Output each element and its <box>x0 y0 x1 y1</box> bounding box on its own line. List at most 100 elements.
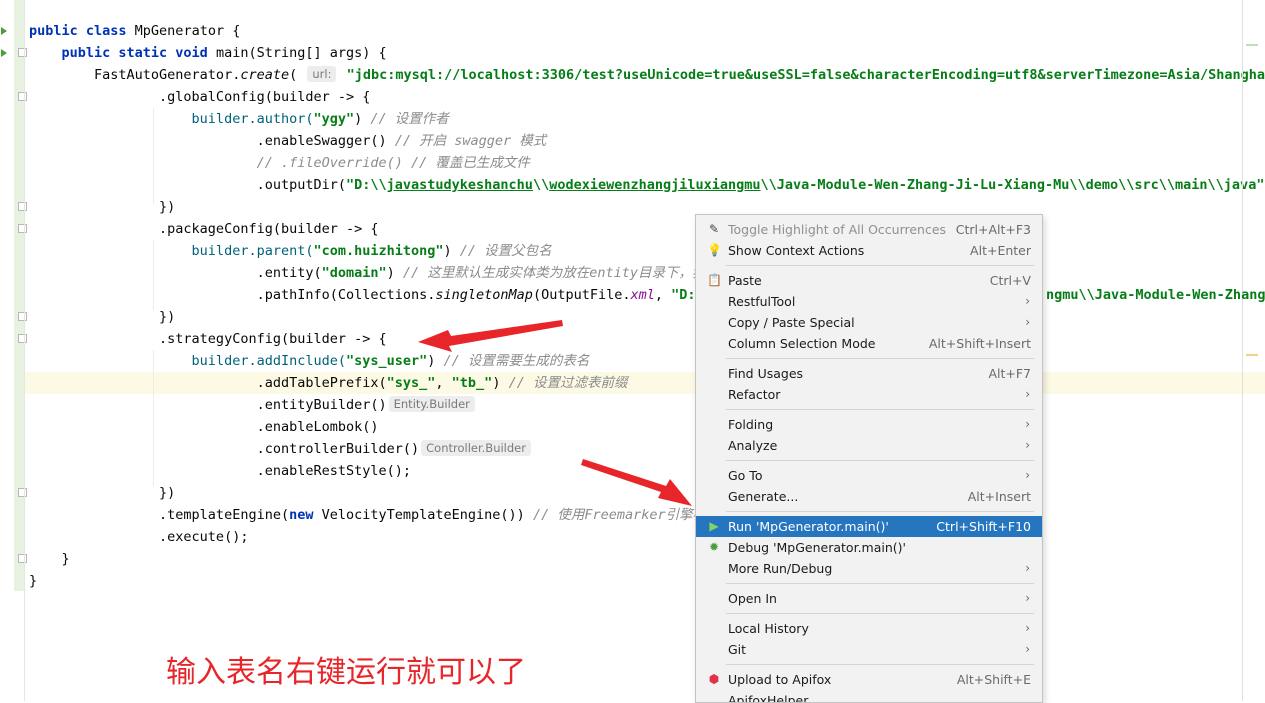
code-line[interactable]: public class MpGenerator { <box>29 20 240 42</box>
menu-item-show-context-actions[interactable]: 💡 Show Context Actions Alt+Enter <box>696 240 1042 261</box>
menu-separator <box>726 358 1034 359</box>
menu-item-local-history[interactable]: Local History › <box>696 618 1042 639</box>
menu-item-label: Show Context Actions <box>728 243 865 258</box>
code-token: "D:\\ <box>345 177 387 193</box>
code-token: builder.addInclude( <box>29 353 346 369</box>
code-line[interactable]: .enableLombok() <box>29 416 379 438</box>
menu-item-open-in[interactable]: Open In › <box>696 588 1042 609</box>
menu-item-generate[interactable]: Generate... Alt+Insert <box>696 486 1042 507</box>
code-line[interactable]: .entityBuilder() Entity.Builder <box>29 394 477 416</box>
menu-item-debug-main[interactable]: ✹ Debug 'MpGenerator.main()' <box>696 537 1042 558</box>
run-class-icon[interactable] <box>1 27 7 35</box>
code-line[interactable]: .packageConfig(builder -> { <box>29 218 378 240</box>
chevron-right-icon: › <box>1025 621 1030 635</box>
menu-item-label: Local History <box>728 621 809 636</box>
menu-item-shortcut: Alt+Shift+Insert <box>928 336 1031 351</box>
code-line[interactable]: .templateEngine(new VelocityTemplateEngi… <box>29 504 706 526</box>
code-line[interactable]: .enableRestStyle(); <box>29 460 411 482</box>
code-line[interactable]: builder.addInclude("sys_user") // 设置需要生成… <box>29 350 590 372</box>
menu-item-upload-to-apifox[interactable]: ⬢ Upload to Apifox Alt+Shift+E <box>696 669 1042 690</box>
code-line[interactable]: // .fileOverride() // 覆盖已生成文件 <box>29 152 530 174</box>
code-token: .pathInfo(Collections. <box>29 287 436 303</box>
menu-item-restful-tool[interactable]: RestfulTool › <box>696 291 1042 312</box>
code-line[interactable]: .entity("domain") // 这里默认生成实体类为放在entity目… <box>29 262 706 284</box>
menu-item-label: Upload to Apifox <box>728 672 832 687</box>
menu-item-apifox-helper[interactable]: ApifoxHelper <box>696 690 1042 703</box>
inlay-hint: Entity.Builder <box>388 396 475 412</box>
code-token: \\Java-Module-Wen-Zhang-Ji-Lu-Xiang-Mu\\… <box>760 177 1265 193</box>
menu-item-go-to[interactable]: Go To › <box>696 465 1042 486</box>
code-line[interactable]: } <box>29 570 37 592</box>
code-line[interactable]: builder.author("ygy") // 设置作者 <box>29 108 449 130</box>
code-editor[interactable]: public class MpGenerator { public static… <box>25 0 1265 701</box>
code-line[interactable]: }) <box>29 482 175 504</box>
code-line[interactable]: .strategyConfig(builder -> { <box>29 328 387 350</box>
code-token: , <box>435 375 452 391</box>
menu-item-find-usages[interactable]: Find Usages Alt+F7 <box>696 363 1042 384</box>
scrollbar-marker[interactable] <box>1246 44 1258 46</box>
menu-item-folding[interactable]: Folding › <box>696 414 1042 435</box>
code-line[interactable]: .globalConfig(builder -> { <box>29 86 370 108</box>
code-token: .globalConfig(builder -> { <box>29 89 371 105</box>
code-token: ( <box>289 67 306 83</box>
code-token: javastudykeshanchu <box>386 177 533 193</box>
menu-item-refactor[interactable]: Refactor › <box>696 384 1042 405</box>
code-token: wodexiewenzhangjiluxiangmu <box>549 177 761 193</box>
menu-item-analyze[interactable]: Analyze › <box>696 435 1042 456</box>
code-token: // 开启 swagger 模式 <box>394 133 547 149</box>
upload-to-apifox-icon: ⬢ <box>708 672 720 686</box>
code-line[interactable]: } <box>29 548 70 570</box>
menu-item-run-main[interactable]: ▶ Run 'MpGenerator.main()' Ctrl+Shift+F10 <box>696 516 1042 537</box>
scrollbar-marker[interactable] <box>1246 354 1258 356</box>
menu-item-git[interactable]: Git › <box>696 639 1042 660</box>
menu-item-toggle-highlight[interactable]: ✎ Toggle Highlight of All Occurrences Ctrl… <box>696 219 1042 240</box>
code-line[interactable]: public static void main(String[] args) { <box>29 42 387 64</box>
right-margin-guide <box>1242 0 1243 701</box>
code-token: ) <box>354 111 371 127</box>
menu-item-label: Generate... <box>728 489 799 504</box>
code-line[interactable]: FastAutoGenerator.create( url: "jdbc:mys… <box>29 64 1265 86</box>
menu-item-copy-paste-special[interactable]: Copy / Paste Special › <box>696 312 1042 333</box>
code-token: // 使用Freemarker引擎模 <box>532 507 707 523</box>
code-line[interactable]: builder.parent("com.huizhitong") // 设置父包… <box>29 240 552 262</box>
menu-item-column-selection-mode[interactable]: Column Selection Mode Alt+Shift+Insert <box>696 333 1042 354</box>
chevron-right-icon: › <box>1025 561 1030 575</box>
menu-item-label: Folding <box>728 417 774 432</box>
menu-separator <box>726 583 1034 584</box>
menu-item-shortcut: Ctrl+Alt+F3 <box>955 222 1031 237</box>
code-token: xml <box>630 287 655 303</box>
code-line[interactable]: }) <box>29 306 175 328</box>
menu-separator <box>726 460 1034 461</box>
menu-item-label: Paste <box>728 273 762 288</box>
chevron-right-icon: › <box>1025 387 1030 401</box>
run-main-icon[interactable] <box>1 49 7 57</box>
menu-item-label: Analyze <box>728 438 778 453</box>
code-token: // 这里默认生成实体类为放在entity目录下，我 <box>402 265 706 281</box>
menu-item-label: Column Selection Mode <box>728 336 876 351</box>
code-token: "tb_" <box>451 375 493 391</box>
inlay-hint: Controller.Builder <box>421 440 531 456</box>
menu-item-paste[interactable]: 📋 Paste Ctrl+V <box>696 270 1042 291</box>
chevron-right-icon: › <box>1025 294 1030 308</box>
chevron-right-icon: › <box>1025 468 1030 482</box>
code-line[interactable]: .outputDir("D:\\javastudykeshanchu\\wode… <box>29 174 1265 196</box>
menu-item-more-run-debug[interactable]: More Run/Debug › <box>696 558 1042 579</box>
code-line[interactable]: .execute(); <box>29 526 248 548</box>
menu-item-shortcut: Alt+F7 <box>988 366 1031 381</box>
toggle-highlight-icon: ✎ <box>708 222 720 236</box>
code-token: builder.parent( <box>29 243 314 259</box>
code-line[interactable]: .addTablePrefix("sys_", "tb_") // 设置过滤表前… <box>29 372 628 394</box>
code-token: "sys_user" <box>345 353 428 369</box>
code-token: ) <box>443 243 460 259</box>
code-token: "sys_" <box>386 375 436 391</box>
menu-item-label: ApifoxHelper <box>728 693 809 703</box>
code-token: }) <box>29 199 176 215</box>
code-token: // 设置父包名 <box>459 243 552 259</box>
code-token: .outputDir( <box>29 177 346 193</box>
code-line[interactable]: }) <box>29 196 175 218</box>
menu-item-label: More Run/Debug <box>728 561 833 576</box>
code-token: \\ <box>532 177 550 193</box>
code-line[interactable]: .enableSwagger() // 开启 swagger 模式 <box>29 130 547 152</box>
code-line[interactable]: .pathInfo(Collections.singletonMap(Outpu… <box>29 284 704 306</box>
code-line[interactable]: .controllerBuilder() Controller.Builder <box>29 438 533 460</box>
